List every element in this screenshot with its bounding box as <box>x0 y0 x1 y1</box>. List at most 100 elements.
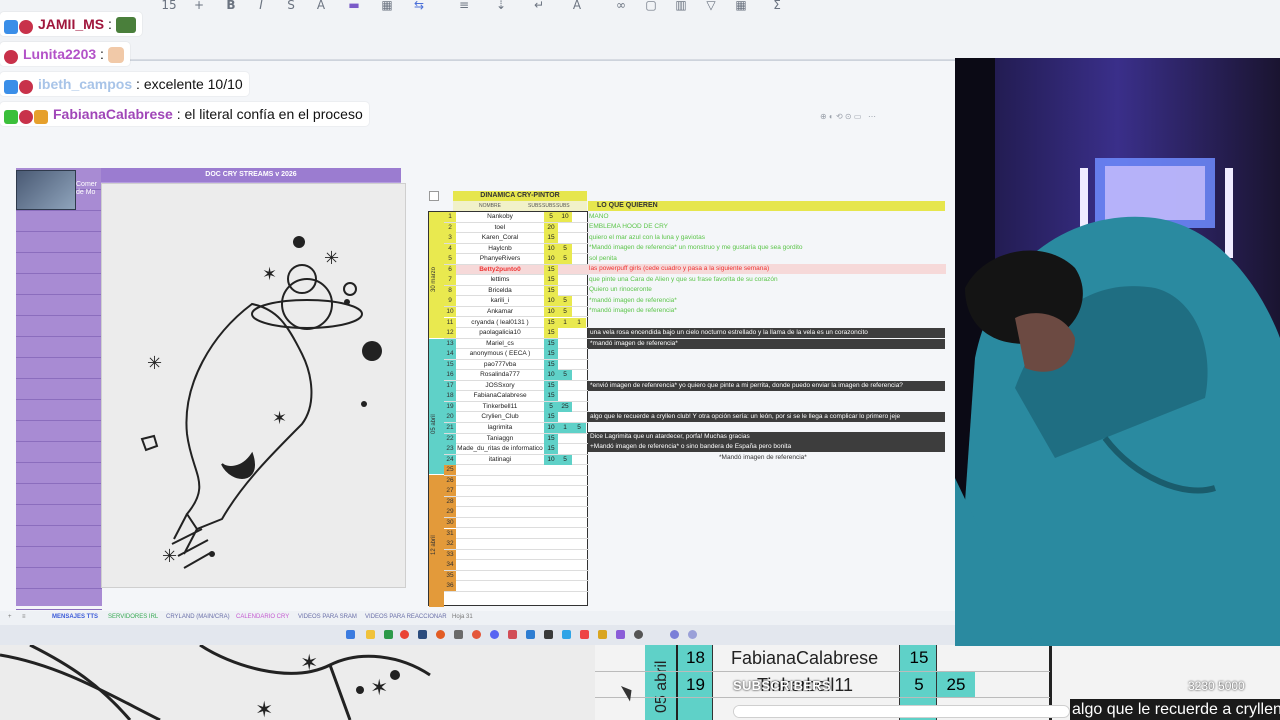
chat-badges <box>4 43 19 67</box>
app-icon[interactable] <box>598 630 607 639</box>
grid-line <box>16 252 102 253</box>
table-row: 27 <box>444 486 589 497</box>
row-subs: 20 <box>544 222 558 233</box>
app-icon[interactable] <box>562 630 571 639</box>
row-subs: 15 <box>544 275 558 286</box>
zoom-group-cell: 05 abril <box>645 645 678 720</box>
italic-icon[interactable]: I <box>252 0 270 12</box>
row-number: 36 <box>444 581 456 592</box>
chart-icon[interactable]: ▥ <box>672 0 690 12</box>
chat-text: excelente 10/10 <box>143 76 243 92</box>
svg-text:✶: ✶ <box>262 264 277 285</box>
borders-icon[interactable]: ▦ <box>378 0 396 12</box>
gift-badge-icon <box>34 109 48 124</box>
comment-icon[interactable]: ▢ <box>642 0 660 12</box>
app-icon[interactable] <box>526 630 535 639</box>
zoom-row-name: FabianaCalabrese <box>731 648 879 668</box>
svg-text:✶: ✶ <box>255 698 273 720</box>
row-subs: 10 <box>544 296 558 307</box>
discord-icon[interactable] <box>490 630 499 639</box>
app-icon[interactable] <box>454 630 463 639</box>
app-icon[interactable] <box>384 630 393 639</box>
table-row: 3 Karen_Coral 15 <box>444 233 589 244</box>
windows-start-icon[interactable] <box>346 630 355 639</box>
request-text: una vela rosa encendida bajo un cielo no… <box>588 328 945 338</box>
merge-icon[interactable]: ⇆ <box>410 0 428 12</box>
tab-calendario-cry[interactable]: CALENDARIO CRY <box>236 614 289 620</box>
zoomed-drawing-svg: ✶ ✶ ✶ <box>0 645 431 720</box>
row-name: Bricelda <box>488 286 512 294</box>
valign-icon[interactable]: ⇣ <box>492 0 510 12</box>
column-headers: NOMBRE SUBS SUBS SUBS <box>453 201 587 211</box>
grid-line <box>16 315 102 316</box>
app-icon[interactable] <box>508 630 517 639</box>
sheet-checkbox[interactable] <box>429 191 439 201</box>
table-icon[interactable]: ▦ <box>732 0 750 12</box>
chrome-icon[interactable] <box>400 630 409 639</box>
link-icon[interactable]: ∞ <box>612 0 630 12</box>
table-row: 23 Made_du_ritas de informatico 15 <box>444 444 589 455</box>
folder-icon[interactable] <box>366 630 375 639</box>
row-number: 14 <box>444 349 456 360</box>
rotate-icon[interactable]: A <box>568 0 586 12</box>
wrap-icon[interactable]: ↵ <box>530 0 548 12</box>
row-number: 21 <box>444 423 456 433</box>
tray-icon[interactable] <box>670 630 679 639</box>
tab-servidores-irl[interactable]: SERVIDORES IRL <box>108 614 158 620</box>
chat-badges <box>4 73 34 97</box>
row-subs: 1 <box>572 317 586 328</box>
bold-icon[interactable]: B <box>222 0 240 12</box>
app-icon[interactable] <box>580 630 589 639</box>
grid-line <box>16 483 102 484</box>
filter-icon[interactable]: ▽ <box>702 0 720 12</box>
participants-table: 30 marzo 05 abril 12 abril 1 Nankoby 5 10 2 t… <box>428 211 589 607</box>
functions-icon[interactable]: Σ <box>768 0 786 12</box>
tray-icon[interactable] <box>688 630 697 639</box>
zoomed-drawing-strip: ✶ ✶ ✶ <box>0 645 595 720</box>
tab-cryland[interactable]: CRYLAND (MAIN/CRA) <box>166 614 230 620</box>
chat-separator: : <box>104 16 116 32</box>
obs-icon[interactable] <box>634 630 643 639</box>
steam-icon[interactable] <box>418 630 427 639</box>
zoom-row-num: 19 <box>686 675 705 694</box>
row-number: 2 <box>444 222 456 233</box>
tab-hoja-31[interactable]: Hoja 31 <box>452 614 473 620</box>
app-icon[interactable] <box>616 630 625 639</box>
row-subs: 25 <box>558 401 572 412</box>
plus-icon[interactable]: + <box>190 0 208 12</box>
row-name: Rosalinda777 <box>480 371 520 379</box>
chat-badges <box>4 103 49 127</box>
app-icon[interactable] <box>472 630 481 639</box>
font-size-box[interactable]: 15 <box>160 0 178 12</box>
fill-color-icon[interactable]: ▬ <box>345 0 363 12</box>
align-icon[interactable]: ≡ <box>455 0 473 12</box>
grid-line <box>16 504 102 505</box>
add-sheet-icon[interactable]: + <box>8 614 12 620</box>
request-text: *Mandó imagen de referencia* un monstruo… <box>589 244 803 251</box>
row-number: 25 <box>444 465 456 476</box>
row-subs: 15 <box>544 349 558 360</box>
strikethrough-icon[interactable]: S <box>282 0 300 12</box>
app-icon[interactable] <box>544 630 553 639</box>
row-number: 4 <box>444 243 456 254</box>
row-subs: 15 <box>544 285 558 296</box>
table-row: 14 anonymous ( EECA ) 15 <box>444 349 589 360</box>
table-row: 19 Tinkerbell11 5 25 <box>444 401 589 413</box>
row-subs: 1 <box>558 423 572 433</box>
bear-badge-icon <box>19 109 33 124</box>
grid-line <box>16 609 102 610</box>
tab-videos-para-sram[interactable]: VIDEOS PARA SRAM <box>298 614 357 620</box>
chat-badges <box>4 13 34 37</box>
tab-mensajes-tts[interactable]: MENSAJES TTS <box>52 614 98 620</box>
table-row: 21 lagrimita 10 1 5 <box>444 423 589 434</box>
sheet-list-icon[interactable]: ≡ <box>22 614 26 620</box>
tab-videos-para-reaccionar[interactable]: VIDEOS PARA REACCIONAR <box>365 614 447 620</box>
row-subs: 5 <box>558 306 572 317</box>
table-row: 33 <box>444 549 589 561</box>
text-color-icon[interactable]: A <box>312 0 330 12</box>
app-icon[interactable] <box>436 630 445 639</box>
grid-line <box>16 378 102 379</box>
row-subs: 15 <box>544 264 558 275</box>
row-subs: 10 <box>544 243 558 254</box>
table-row: 10 Ankamar 10 5 <box>444 306 589 318</box>
